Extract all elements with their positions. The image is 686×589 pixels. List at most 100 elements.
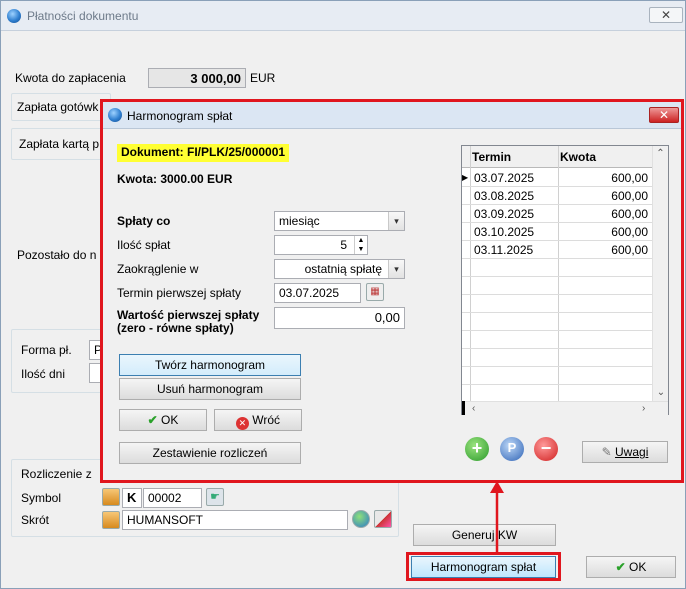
vertical-scrollbar[interactable]: ⌃ ⌄: [652, 146, 668, 401]
symbol-field[interactable]: 00002: [143, 488, 202, 508]
wroc-label: Wróć: [252, 413, 281, 427]
termin-field[interactable]: 03.07.2025: [274, 283, 361, 303]
globe-icon[interactable]: [352, 510, 370, 528]
scroll-right-icon[interactable]: ›: [642, 402, 645, 416]
usun-harmonogram-button[interactable]: Usuń harmonogram: [119, 378, 301, 400]
grid-body: ▶ 03.07.2025 600,00 03.08.2025 600,00 03.09.2…: [462, 169, 652, 385]
skrot-field[interactable]: HUMANSOFT: [122, 510, 348, 530]
cell-kwota[interactable]: 600,00: [611, 241, 648, 259]
forma-label: Forma pł.: [21, 343, 72, 357]
close-button[interactable]: ✕: [649, 7, 683, 23]
app-icon: [7, 9, 21, 23]
scroll-up-icon[interactable]: ⌃: [653, 146, 668, 162]
pozostalo-label: Pozostało do n: [17, 248, 97, 262]
cell-kwota[interactable]: 600,00: [611, 223, 648, 241]
wroc-button[interactable]: ✕ Wróć: [214, 409, 302, 431]
chevron-down-icon[interactable]: ▾: [388, 260, 404, 278]
hand-icon[interactable]: ☛: [206, 488, 224, 506]
cell-termin[interactable]: 03.08.2025: [474, 187, 534, 205]
table-row[interactable]: 03.09.2025 600,00: [462, 205, 652, 223]
table-row[interactable]: [462, 349, 652, 367]
horizontal-scrollbar[interactable]: ‹ ›: [462, 401, 668, 415]
table-row[interactable]: [462, 313, 652, 331]
zaokraglenie-value: ostatnią spłatę: [304, 262, 382, 276]
zaokraglenie-select[interactable]: ostatnią spłatę ▾: [274, 259, 405, 279]
scroll-down-icon[interactable]: ⌄: [653, 385, 669, 401]
harmonogram-grid[interactable]: Termin Kwota ▶ 03.07.2025 600,00 03.08.2025…: [461, 145, 669, 415]
dialog-close-button[interactable]: ✕: [649, 107, 679, 123]
table-row[interactable]: [462, 277, 652, 295]
zestawienie-button[interactable]: Zestawienie rozliczeń: [119, 442, 301, 464]
column-header-kwota[interactable]: Kwota: [560, 146, 596, 168]
table-row[interactable]: 03.11.2025 600,00: [462, 241, 652, 259]
cell-kwota[interactable]: 600,00: [611, 187, 648, 205]
contact-book-icon-2[interactable]: [102, 511, 120, 529]
check-icon: ✔: [615, 560, 626, 574]
kwota-label: Kwota do zapłacenia: [15, 71, 126, 85]
spin-down-icon[interactable]: ▼: [355, 245, 367, 254]
note-icon: ✎: [601, 445, 612, 459]
generuj-kw-button[interactable]: Generuj KW: [413, 524, 556, 546]
zaplata-gotowka-label: Zapłata gotówk: [17, 100, 99, 114]
cancel-icon: ✕: [235, 417, 249, 430]
window-title: Płatności dokumentu: [27, 9, 139, 23]
kwota-currency: EUR: [250, 71, 276, 85]
table-row[interactable]: 03.10.2025 600,00: [462, 223, 652, 241]
forma-group: [11, 329, 111, 393]
cell-termin[interactable]: 03.10.2025: [474, 223, 534, 241]
wartosc-label-2: (zero - równe spłaty): [117, 321, 234, 335]
symbol-label: Symbol: [21, 491, 62, 505]
add-icon[interactable]: +: [465, 437, 489, 461]
symbol-k-field: K: [122, 488, 142, 508]
tworz-harmonogram-button[interactable]: Twórz harmonogram: [119, 354, 301, 376]
column-header-termin[interactable]: Termin: [472, 146, 511, 168]
spin-up-icon[interactable]: ▲: [355, 236, 367, 245]
grid-header: Termin Kwota: [462, 146, 652, 168]
current-row-indicator: ▶: [462, 173, 469, 182]
zaplata-karta-label: Zapłata kartą p: [19, 137, 100, 151]
skrot-label: Skrót: [21, 513, 50, 527]
table-row[interactable]: ▶ 03.07.2025 600,00: [462, 169, 652, 187]
table-row[interactable]: [462, 259, 652, 277]
dialog-ok-button[interactable]: ✔ OK: [119, 409, 207, 431]
ilosc-splat-label: Ilość spłat: [117, 238, 171, 252]
calendar-icon[interactable]: ▦: [366, 283, 384, 301]
search-icon[interactable]: P: [500, 437, 524, 461]
table-row[interactable]: [462, 367, 652, 385]
harmonogram-dialog: Harmonogram spłat ✕ Dokument: FI/PLK/25/…: [100, 99, 684, 483]
termin-label: Termin pierwszej spłaty: [117, 286, 242, 300]
ok-button[interactable]: ✔ OK: [586, 556, 676, 578]
dialog-title: Harmonogram spłat: [127, 109, 233, 123]
kwota-field: 3 000,00: [148, 68, 246, 88]
table-row[interactable]: [462, 295, 652, 313]
cell-termin[interactable]: 03.11.2025: [474, 241, 533, 259]
splaty-co-label: Spłaty co: [117, 214, 171, 228]
chevron-down-icon[interactable]: ▾: [388, 212, 404, 230]
dokument-label: Dokument: FI/PLK/25/000001: [117, 144, 290, 162]
delete-icon[interactable]: −: [534, 437, 558, 461]
edit-icon[interactable]: [374, 510, 392, 528]
table-row[interactable]: [462, 331, 652, 349]
table-row[interactable]: 03.08.2025 600,00: [462, 187, 652, 205]
spinner[interactable]: ▲ ▼: [354, 236, 367, 254]
splaty-co-select[interactable]: miesiąc ▾: [274, 211, 405, 231]
ok-button-label: OK: [629, 560, 647, 574]
uwagi-label: Uwagi: [615, 445, 649, 459]
dialog-ok-label: OK: [161, 413, 179, 427]
check-icon: ✔: [147, 413, 158, 427]
harmonogram-button[interactable]: Harmonogram spłat: [411, 556, 556, 578]
cell-termin[interactable]: 03.09.2025: [474, 205, 534, 223]
scroll-left-icon[interactable]: ‹: [472, 402, 475, 416]
app-icon: [108, 108, 122, 122]
cell-kwota[interactable]: 600,00: [611, 169, 648, 187]
zaokraglenie-label: Zaokrąglenie w: [117, 262, 199, 276]
splaty-co-value: miesiąc: [279, 214, 320, 228]
uwagi-button[interactable]: ✎ Uwagi: [582, 441, 668, 463]
row-marker-bar: [462, 401, 465, 415]
cell-kwota[interactable]: 600,00: [611, 205, 648, 223]
contact-book-icon[interactable]: [102, 488, 120, 506]
cell-termin[interactable]: 03.07.2025: [474, 169, 534, 187]
red-arrow-annotation: [490, 481, 504, 554]
kwota-info: Kwota: 3000.00 EUR: [117, 172, 233, 186]
wartosc-field[interactable]: 0,00: [274, 307, 405, 329]
